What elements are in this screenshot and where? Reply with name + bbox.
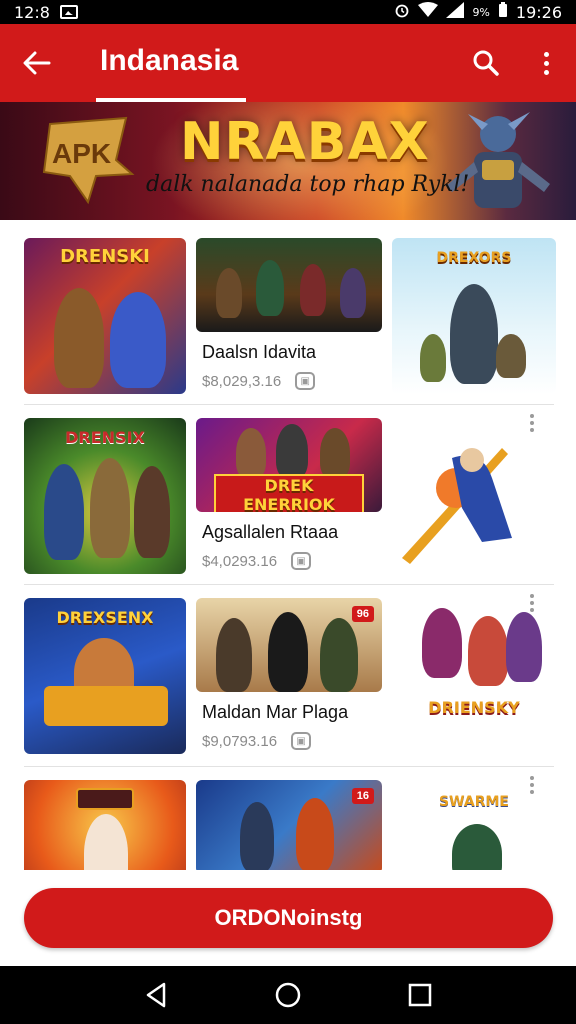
status-time-right: 19:26: [515, 2, 562, 22]
thumbnail-title: SWARME: [438, 794, 509, 810]
game-row: DRENSKI Daalsn Idavita $8,029,3.16 ▣ DRE…: [0, 220, 576, 402]
system-nav-bar: [0, 966, 576, 1024]
game-title[interactable]: Maldan Mar Plaga: [202, 702, 348, 723]
signal-icon: [446, 2, 465, 22]
game-row: 16 SWARME: [0, 762, 576, 870]
nav-home-icon[interactable]: [268, 975, 308, 1015]
game-price: $9,0793.16: [202, 732, 278, 750]
banner-title: NRABAX: [180, 112, 430, 172]
back-arrow-icon[interactable]: [0, 24, 74, 102]
game-title[interactable]: Agsallalen Rtaaa: [202, 522, 338, 543]
game-thumbnail[interactable]: DRENSKI: [24, 238, 186, 394]
thumbnail-title: DREXORS: [436, 250, 512, 266]
game-thumbnail[interactable]: 96: [196, 598, 382, 692]
apk-badge-text: APK: [52, 138, 112, 169]
banner-subtitle: dalk nalanada top rhap Rykl!: [146, 172, 470, 197]
page-title: Indanasia: [96, 24, 247, 102]
alarm-icon: [394, 2, 410, 22]
page-title-text: Indanasia: [100, 44, 239, 77]
nav-back-icon[interactable]: [136, 975, 176, 1015]
count-badge: 16: [351, 788, 374, 804]
lock-icon: ▣: [291, 732, 312, 750]
game-grid: DRENSKI Daalsn Idavita $8,029,3.16 ▣ DRE…: [0, 220, 576, 870]
hero-character-art: [446, 112, 550, 208]
thumbnail-title: DRIENSKY: [428, 698, 520, 717]
game-thumbnail[interactable]: DRENSIX: [24, 418, 186, 574]
lock-icon: ▣: [295, 372, 316, 390]
overflow-menu-icon[interactable]: [530, 776, 534, 794]
battery-icon: [498, 2, 508, 22]
game-price: $8,029,3.16: [202, 372, 282, 390]
status-time-left: 12:8: [14, 2, 50, 22]
count-badge: 96: [351, 606, 374, 622]
thumbnail-title: DREXSENX: [56, 608, 154, 627]
game-thumbnail[interactable]: [196, 238, 382, 332]
primary-cta-button[interactable]: ORDONoinstg: [24, 888, 553, 948]
game-price-row: $9,0793.16 ▣: [202, 732, 312, 750]
battery-percent: 9%: [472, 5, 490, 19]
lock-icon: ▣: [291, 552, 312, 570]
wifi-icon: [418, 2, 439, 22]
nav-recents-icon[interactable]: [400, 975, 440, 1015]
game-row: DREXSENX 96 Maldan Mar Plaga $9,0793.16 …: [0, 580, 576, 762]
game-thumbnail[interactable]: DREXORS: [392, 238, 556, 394]
overflow-menu-icon[interactable]: [530, 414, 534, 432]
game-price-row: $4,0293.16 ▣: [202, 552, 312, 570]
thumbnail-title: DRENSIX: [65, 428, 145, 447]
app-bar: Indanasia: [0, 24, 576, 102]
thumbnail-title: DRENSKI: [60, 246, 150, 267]
game-thumbnail[interactable]: 16: [196, 780, 382, 870]
thumbnail-title: DREK ENERRIOK: [214, 474, 364, 512]
game-price: $4,0293.16: [202, 552, 278, 570]
game-row: DRENSIX DREK ENERRIOK Agsallalen Rtaaa $…: [0, 400, 576, 582]
more-options-icon[interactable]: [516, 24, 576, 102]
game-thumbnail[interactable]: [392, 418, 556, 574]
game-thumbnail[interactable]: [24, 780, 186, 870]
promo-banner[interactable]: APK NRABAX dalk nalanada top rhap Rykl!: [0, 102, 576, 220]
game-thumbnail[interactable]: DRIENSKY: [392, 598, 556, 754]
overflow-menu-icon[interactable]: [530, 594, 534, 612]
game-thumbnail[interactable]: DREK ENERRIOK: [196, 418, 382, 512]
image-notification-icon: [59, 5, 78, 19]
game-thumbnail[interactable]: DREXSENX: [24, 598, 186, 754]
game-title[interactable]: Daalsn Idavita: [202, 342, 316, 363]
game-price-row: $8,029,3.16 ▣: [202, 372, 316, 390]
search-icon[interactable]: [456, 24, 516, 102]
status-bar: 12:8 9% 19:26: [0, 0, 576, 24]
